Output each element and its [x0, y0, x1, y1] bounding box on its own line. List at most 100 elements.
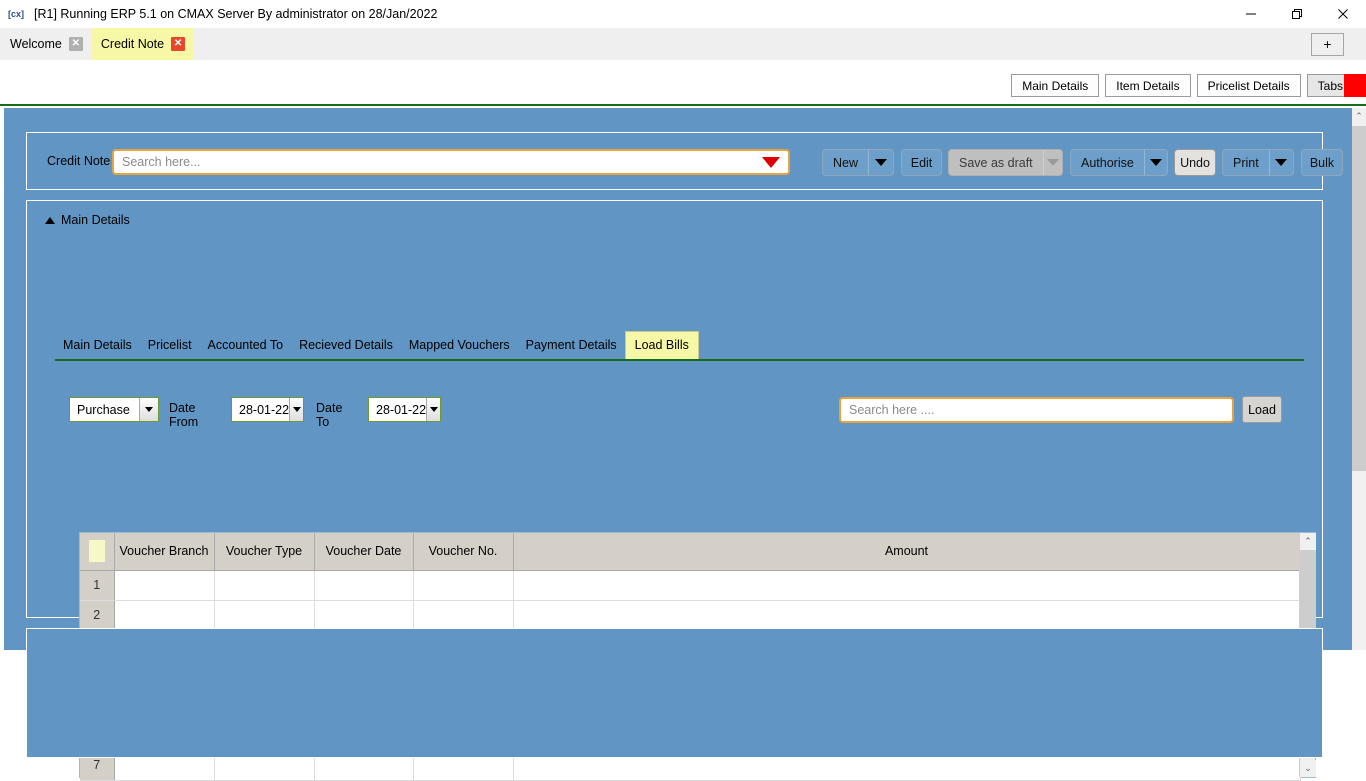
tab-item-details[interactable]: Item Details	[1105, 74, 1191, 97]
app-icon-cx: [cx]	[8, 9, 25, 19]
column-header-voucher-no[interactable]: Voucher No.	[413, 533, 514, 571]
date-from-picker[interactable]: 28-01-22	[231, 397, 304, 422]
cell-voucher-date[interactable]	[314, 600, 414, 631]
authorise-button-label: Authorise	[1081, 155, 1134, 170]
tab-main-details[interactable]: Main Details	[1011, 74, 1100, 97]
cell-voucher-type[interactable]	[214, 570, 315, 601]
chevron-up-icon: ⌃	[1355, 110, 1363, 121]
chevron-down-icon[interactable]	[426, 398, 440, 421]
form-canvas: Credit Note Search here... New Edit Save…	[4, 108, 1352, 781]
scroll-up-button[interactable]: ⌃	[1300, 533, 1316, 550]
new-button-label: New	[833, 155, 859, 170]
chevron-down-icon: ⌄	[1304, 763, 1312, 773]
chevron-down-icon[interactable]	[1143, 150, 1167, 175]
maximize-icon[interactable]	[1274, 0, 1320, 28]
bills-search-placeholder: Search here ....	[849, 403, 935, 417]
record-toolbar-panel: Credit Note Search here... New Edit Save…	[26, 132, 1343, 190]
column-header-amount[interactable]: Amount	[513, 533, 1301, 571]
close-icon[interactable]: ✕	[68, 37, 83, 51]
document-tab-label: Welcome	[10, 37, 62, 51]
sub-tab-mapped-vouchers[interactable]: Mapped Vouchers	[401, 332, 518, 359]
date-from-value: 28-01-22	[239, 402, 290, 417]
sub-tab-payment-details[interactable]: Payment Details	[518, 332, 625, 359]
save-as-draft-button[interactable]: Save as draft	[948, 149, 1063, 176]
window-controls	[1228, 0, 1366, 28]
secondary-panel	[26, 628, 1323, 758]
date-from-label: Date From	[169, 401, 199, 429]
title-bar: [cx] [R1] Running ERP 5.1 on CMAX Server…	[0, 0, 1366, 28]
sub-tab-bar: Main Details Pricelist Accounted To Reci…	[55, 329, 1304, 361]
table-header-row: Voucher Branch Voucher Type Voucher Date…	[80, 533, 1301, 571]
chevron-down-icon[interactable]	[868, 150, 893, 175]
column-header-voucher-branch[interactable]: Voucher Branch	[114, 533, 215, 571]
page-vertical-scrollbar[interactable]: ⌃	[1352, 108, 1366, 650]
tab-add-area: +	[1311, 28, 1366, 60]
voucher-type-value: Purchase	[77, 402, 130, 417]
select-all-corner[interactable]	[80, 533, 115, 571]
undo-button-label: Undo	[1180, 155, 1210, 170]
authorise-button[interactable]: Authorise	[1070, 149, 1168, 176]
cell-amount[interactable]	[513, 570, 1301, 601]
print-button[interactable]: Print	[1222, 149, 1294, 176]
main-details-section-header[interactable]: Main Details	[45, 213, 130, 227]
new-button[interactable]: New	[822, 149, 894, 176]
document-tab-credit-note[interactable]: Credit Note ✕	[90, 28, 194, 60]
cell-voucher-branch[interactable]	[114, 600, 215, 631]
chevron-up-icon: ⌃	[1304, 536, 1312, 546]
page-body: Credit Note Search here... New Edit Save…	[0, 108, 1352, 781]
chevron-down-icon[interactable]	[289, 398, 303, 421]
minimize-icon[interactable]	[1228, 0, 1274, 28]
cell-voucher-date[interactable]	[314, 570, 414, 601]
add-tab-button[interactable]: +	[1311, 32, 1344, 56]
sub-tab-accounted-to[interactable]: Accounted To	[200, 332, 292, 359]
sub-tab-load-bills[interactable]: Load Bills	[624, 331, 699, 359]
column-header-voucher-type[interactable]: Voucher Type	[214, 533, 315, 571]
date-to-picker[interactable]: 28-01-22	[368, 397, 441, 422]
sub-tab-pricelist[interactable]: Pricelist	[140, 332, 200, 359]
table-row[interactable]: 1	[80, 570, 1301, 601]
cell-voucher-no[interactable]	[413, 570, 514, 601]
cell-voucher-type[interactable]	[214, 600, 315, 631]
table-row[interactable]: 2	[80, 600, 1301, 631]
cell-voucher-branch[interactable]	[114, 570, 215, 601]
cell-voucher-no[interactable]	[413, 600, 514, 631]
edit-button[interactable]: Edit	[901, 149, 942, 176]
close-icon[interactable]: ✕	[171, 37, 186, 51]
print-button-label: Print	[1233, 155, 1259, 170]
load-button[interactable]: Load	[1242, 396, 1282, 423]
tab-pricelist-details[interactable]: Pricelist Details	[1196, 74, 1301, 97]
bulk-button[interactable]: Bulk	[1301, 149, 1343, 176]
corner-swatch-icon	[88, 540, 105, 563]
close-icon[interactable]	[1320, 0, 1366, 28]
edit-button-label: Edit	[910, 155, 933, 170]
top-band-buttons: Main Details Item Details Pricelist Deta…	[1011, 74, 1354, 97]
sub-tab-recieved-details[interactable]: Recieved Details	[291, 332, 401, 359]
chevron-down-icon[interactable]	[1268, 150, 1293, 175]
main-details-panel: Main Details Main Details Pricelist Acco…	[26, 200, 1323, 781]
document-tab-welcome[interactable]: Welcome ✕	[0, 28, 91, 60]
voucher-type-select[interactable]: Purchase	[69, 397, 159, 422]
page-scroll-thumb[interactable]	[1352, 126, 1366, 471]
sub-tab-main-details[interactable]: Main Details	[55, 332, 140, 359]
record-type-label: Credit Note	[47, 154, 111, 168]
undo-button[interactable]: Undo	[1174, 149, 1216, 176]
cell-amount[interactable]	[513, 600, 1301, 631]
chevron-down-icon	[1042, 150, 1062, 175]
top-band: Main Details Item Details Pricelist Deta…	[0, 60, 1366, 106]
date-to-label: Date To	[316, 401, 343, 429]
row-number: 2	[80, 600, 115, 631]
caret-down-red-icon[interactable]	[762, 156, 780, 168]
bills-search-input[interactable]: Search here ....	[839, 397, 1234, 423]
row-number: 1	[80, 570, 115, 601]
chevron-down-icon[interactable]	[139, 398, 158, 421]
tabs-overflow-indicator[interactable]	[1344, 74, 1366, 97]
window-title: [R1] Running ERP 5.1 on CMAX Server By a…	[34, 7, 438, 21]
save-as-draft-button-label: Save as draft	[959, 155, 1033, 170]
scroll-down-button[interactable]: ⌄	[1300, 760, 1316, 777]
triangle-up-icon	[45, 216, 55, 224]
page-scroll-up-button[interactable]: ⌃	[1352, 108, 1366, 124]
record-search-input[interactable]: Search here...	[112, 149, 790, 175]
bulk-button-label: Bulk	[1309, 155, 1335, 170]
column-header-voucher-date[interactable]: Voucher Date	[314, 533, 414, 571]
record-search-placeholder: Search here...	[122, 155, 201, 169]
